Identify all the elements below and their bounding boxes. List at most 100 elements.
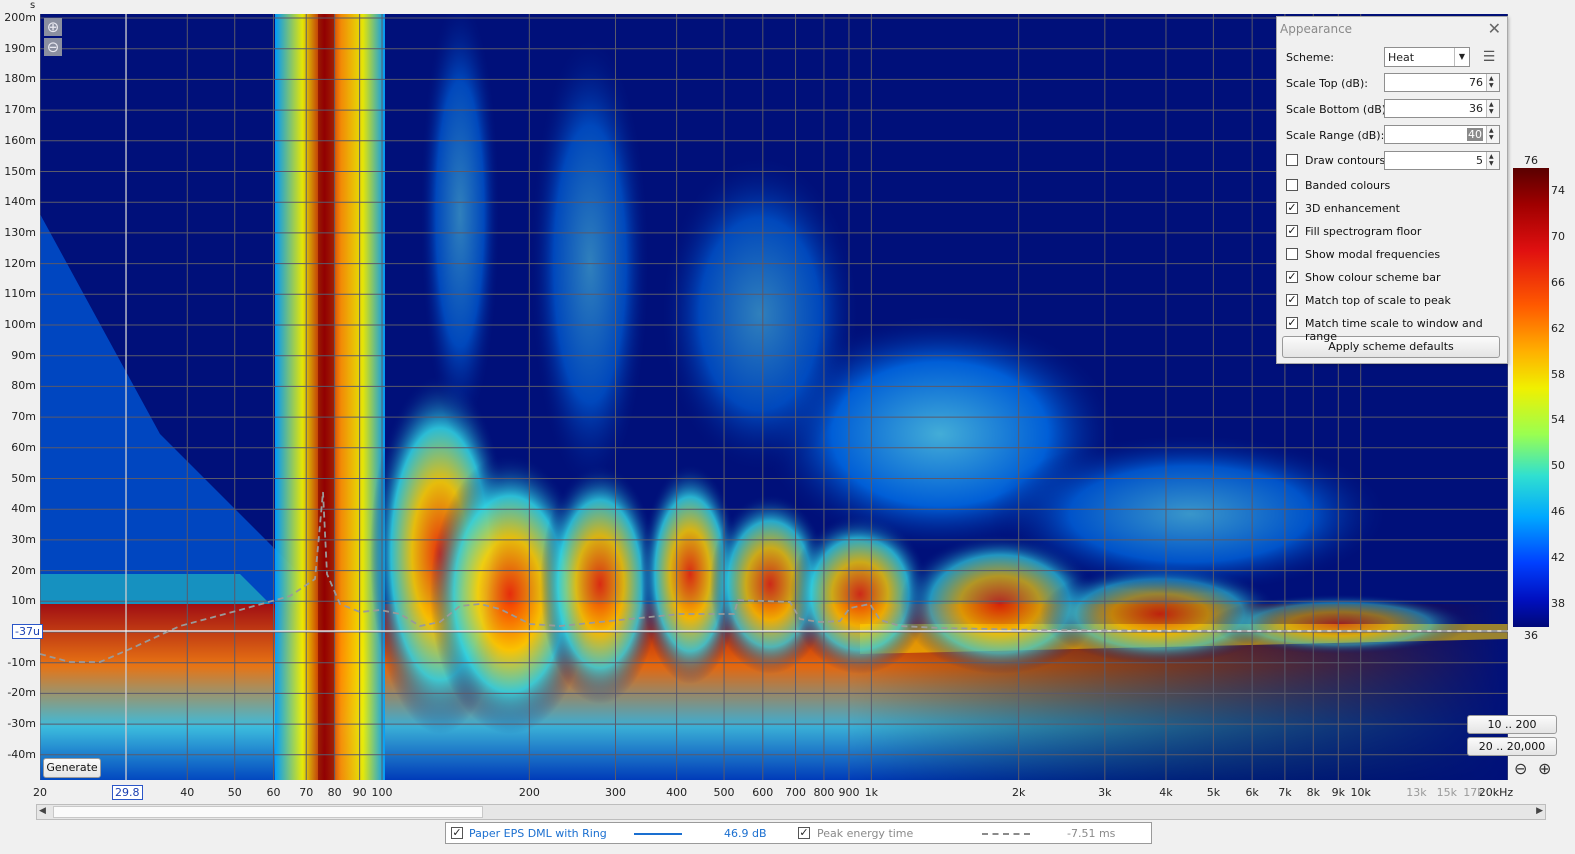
- option-checkbox[interactable]: ✓: [1286, 294, 1298, 306]
- scale-range-label: Scale Range (dB):: [1286, 129, 1385, 142]
- y-tick-label: 50m: [11, 471, 36, 485]
- y-tick-label: 70m: [11, 410, 36, 424]
- y-tick-label: 170m: [4, 103, 36, 117]
- x-tick-label: 800: [813, 786, 835, 799]
- scale-top-input[interactable]: 76 ▲ ▼: [1384, 73, 1500, 92]
- appearance-title: Appearance: [1280, 22, 1353, 36]
- y-tick-label: 120m: [4, 256, 36, 270]
- spin-arrows-icon[interactable]: ▲ ▼: [1486, 152, 1499, 169]
- option-checkbox[interactable]: [1286, 248, 1298, 260]
- colorbar-tick-label: 50: [1551, 459, 1565, 473]
- legend-peak-energy-line: [982, 833, 1030, 835]
- y-tick-label: 140m: [4, 195, 36, 209]
- colorbar-tick-label: 42: [1551, 551, 1565, 565]
- option-checkbox[interactable]: [1286, 179, 1298, 191]
- y-tick-label: 190m: [4, 41, 36, 55]
- y-tick-label: 60m: [11, 440, 36, 454]
- scrollbar-thumb[interactable]: [53, 806, 483, 818]
- y-tick-label: 40m: [11, 502, 36, 516]
- option-checkbox[interactable]: ✓: [1286, 202, 1298, 214]
- contours-value: 5: [1476, 154, 1483, 167]
- x-tick-label: 70: [299, 786, 314, 799]
- scroll-right-icon[interactable]: ▶: [1536, 806, 1543, 816]
- x-tick-label: 90: [352, 786, 367, 799]
- close-icon[interactable]: ✕: [1488, 19, 1501, 38]
- x-tick-label: 80: [327, 786, 342, 799]
- zoom-out-icon[interactable]: ⊖: [44, 38, 62, 56]
- y-range-button[interactable]: 10 .. 200: [1467, 715, 1557, 734]
- spin-arrows-icon[interactable]: ▲ ▼: [1486, 126, 1499, 143]
- draw-contours-label: Draw contours: [1305, 154, 1386, 167]
- y-tick-label: 180m: [4, 72, 36, 86]
- x-tick-label: 60: [266, 786, 281, 799]
- colorbar-tick-label: 70: [1551, 229, 1565, 243]
- scheme-settings-icon[interactable]: ☰: [1480, 47, 1498, 67]
- x-range-button[interactable]: 20 .. 20,000: [1467, 737, 1557, 756]
- cursor-y-readout: -37u: [12, 624, 43, 639]
- x-tick-label: 900: [838, 786, 860, 799]
- scale-bottom-label: Scale Bottom (dB):: [1286, 103, 1390, 116]
- scroll-left-icon[interactable]: ◀: [39, 806, 46, 816]
- legend-peak-energy-name[interactable]: Peak energy time: [817, 827, 913, 840]
- x-tick-label: 20: [33, 786, 47, 799]
- y-tick-label: 30m: [11, 532, 36, 546]
- draw-contours-checkbox[interactable]: [1286, 154, 1298, 166]
- contours-input[interactable]: 5 ▲ ▼: [1384, 151, 1500, 170]
- generate-button[interactable]: Generate: [43, 758, 101, 778]
- x-tick-label: 700: [785, 786, 807, 799]
- scheme-select[interactable]: Heat ▼: [1384, 47, 1470, 67]
- y-tick-label: 10m: [11, 594, 36, 608]
- option-label: 3D enhancement: [1305, 202, 1400, 215]
- scale-top-label: Scale Top (dB):: [1286, 77, 1368, 90]
- y-tick-label: -40m: [7, 747, 36, 761]
- colorbar-tick-label: 46: [1551, 505, 1565, 519]
- x-tick-label: 8k: [1306, 786, 1320, 799]
- x-tick-label: 100: [371, 786, 393, 799]
- colour-scheme-bar: [1513, 168, 1549, 627]
- y-tick-label: 110m: [4, 287, 36, 301]
- spin-arrows-icon[interactable]: ▲ ▼: [1486, 100, 1499, 117]
- legend-measurement-name[interactable]: Paper EPS DML with Ring: [469, 827, 607, 840]
- x-tick-label: 15k: [1436, 786, 1458, 799]
- x-tick-label: 300: [605, 786, 626, 799]
- y-tick-label: 150m: [4, 164, 36, 178]
- option-label: Fill spectrogram floor: [1305, 225, 1422, 238]
- x-tick-label: 1k: [864, 786, 879, 799]
- scale-bottom-input[interactable]: 36 ▲ ▼: [1384, 99, 1500, 118]
- legend-checkbox-measurement[interactable]: ✓: [451, 827, 463, 839]
- legend-measurement-value: 46.9 dB: [724, 827, 767, 840]
- zoom-in-x-icon[interactable]: ⊕: [1538, 759, 1551, 778]
- option-checkbox[interactable]: ✓: [1286, 317, 1298, 329]
- option-label: Match top of scale to peak: [1305, 294, 1451, 307]
- colorbar-tick-label: 66: [1551, 275, 1565, 289]
- y-tick-label: 90m: [11, 348, 36, 362]
- option-checkbox[interactable]: ✓: [1286, 225, 1298, 237]
- zoom-out-x-icon[interactable]: ⊖: [1514, 759, 1527, 778]
- zoom-in-icon[interactable]: ⊕: [44, 18, 62, 36]
- option-checkbox[interactable]: ✓: [1286, 271, 1298, 283]
- scheme-value: Heat: [1388, 51, 1415, 64]
- x-tick-label: 500: [713, 786, 735, 799]
- x-tick-label: 4k: [1159, 786, 1173, 799]
- colorbar-tick-label: 38: [1551, 597, 1565, 611]
- x-axis-end-label: 20kHz: [1478, 786, 1514, 799]
- y-tick-label: 130m: [4, 225, 36, 239]
- option-label: Match time scale to window and range: [1305, 317, 1483, 343]
- horizontal-scrollbar[interactable]: ◀ ▶: [36, 804, 1546, 820]
- scheme-label: Scheme:: [1286, 51, 1334, 64]
- option-label: Show colour scheme bar: [1305, 271, 1441, 284]
- y-tick-label: 160m: [4, 133, 36, 147]
- scale-range-value: 40: [1467, 128, 1483, 141]
- y-tick-label: 80m: [11, 379, 36, 393]
- y-tick-label: 100m: [4, 318, 36, 331]
- x-tick-label: 2k: [1011, 786, 1026, 799]
- x-tick-label: 6k: [1245, 786, 1259, 799]
- y-tick-label: -30m: [7, 717, 36, 731]
- cursor-x-readout: 29.8: [112, 785, 143, 800]
- chevron-down-icon: ▼: [1454, 48, 1469, 66]
- scale-top-value: 76: [1469, 76, 1483, 89]
- spin-arrows-icon[interactable]: ▲ ▼: [1486, 74, 1499, 91]
- legend-checkbox-peak-energy[interactable]: ✓: [798, 827, 810, 839]
- x-tick-label: 600: [752, 786, 774, 799]
- scale-range-input[interactable]: 40 ▲ ▼: [1384, 125, 1500, 144]
